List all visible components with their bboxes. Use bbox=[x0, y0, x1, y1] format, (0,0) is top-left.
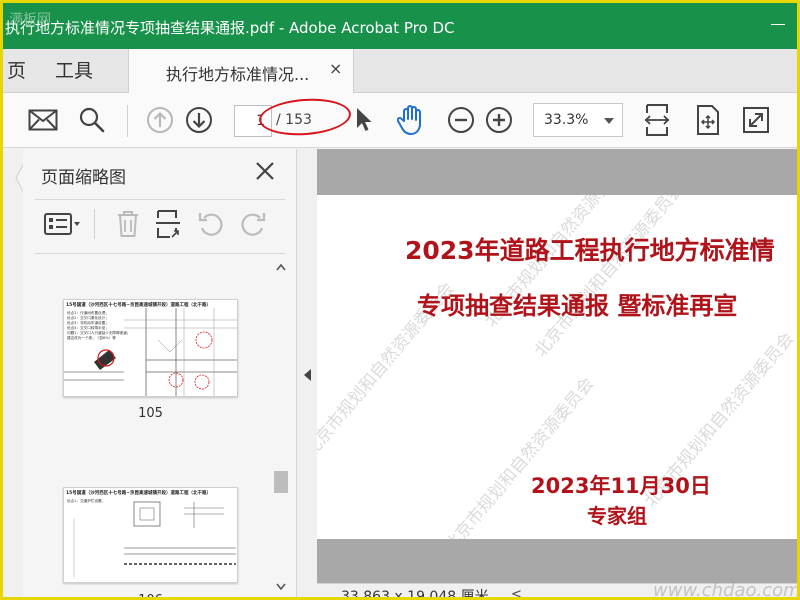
zoom-out-icon[interactable] bbox=[444, 103, 478, 137]
document-watermark: 北京市规划和自然资源委员会 bbox=[440, 373, 599, 539]
site-watermark: 满板网 bbox=[9, 12, 51, 28]
tab-document[interactable]: 执行地方标准情况... × bbox=[128, 49, 354, 94]
fit-page-icon[interactable] bbox=[640, 103, 674, 137]
divider bbox=[35, 199, 285, 200]
tab-document-label: 执行地方标准情况... bbox=[166, 65, 310, 84]
thumbnail-page-number: 105 bbox=[138, 406, 163, 421]
chevron-down-icon[interactable] bbox=[276, 583, 286, 591]
thumbnail-note: 优点1：行道树布置合理； bbox=[67, 310, 109, 315]
thumbnail-note: 建议改为一个坡；（如6%）等 bbox=[67, 335, 116, 340]
sidebar-collapse-handle[interactable] bbox=[299, 149, 317, 597]
document-title-line1: 2023年道路工程执行地方标准情 bbox=[405, 236, 775, 265]
scrollbar-thumb[interactable] bbox=[274, 471, 288, 493]
tab-tools[interactable]: 工具 bbox=[55, 49, 93, 93]
scroll-mode-icon[interactable] bbox=[691, 103, 725, 137]
tab-bar: 页 工具 执行地方标准情况... × bbox=[3, 49, 797, 94]
engineering-drawing-preview: 15号国道（沙河西区十七号路~京昆高速城镇开段）道路工程（北干路） 优点1：交通… bbox=[66, 489, 236, 578]
document-author: 专家组 bbox=[587, 504, 647, 528]
delete-page-icon[interactable] bbox=[111, 207, 145, 241]
page-dimensions: 33.863 x 19.048 厘米 bbox=[341, 589, 489, 600]
thumbnail-note: 问题1：交叉口人行道缺少无障碍坡道； bbox=[67, 330, 130, 335]
thumbnail-scrollbar[interactable] bbox=[273, 259, 289, 597]
thumbnail-page-number: 106 bbox=[63, 593, 238, 597]
toolbar: 1 / 153 33.3% bbox=[3, 93, 797, 148]
select-cursor-icon[interactable] bbox=[347, 103, 381, 137]
thumbnail-options-icon[interactable] bbox=[43, 207, 83, 241]
acrobat-window: 执行地方标准情况专项抽查结果通报.pdf - Adobe Acrobat Pro… bbox=[0, 0, 800, 600]
document-view[interactable]: 北京市规划和自然资源委员会 北京市规划和自然资源委员会 北京市规划和自然资源委员… bbox=[317, 149, 797, 583]
zoom-in-icon[interactable] bbox=[482, 103, 516, 137]
page-extract-icon[interactable] bbox=[151, 207, 185, 241]
chevron-up-icon[interactable] bbox=[276, 263, 286, 271]
thumbnail-note: 优点1：交通护栏设置。 bbox=[67, 498, 105, 503]
sidebar-title: 页面缩略图 bbox=[41, 168, 126, 188]
envelope-icon[interactable] bbox=[26, 103, 60, 137]
document-watermark: 北京市规划和自然资源委员会 bbox=[530, 195, 689, 362]
thumbnail-sidebar: 页面缩略图 15号国道（沙河西区十七号路~京昆高速城镇开段）道路工程（北干路） … bbox=[23, 149, 297, 597]
zoom-select[interactable]: 33.3% bbox=[533, 103, 623, 137]
document-date: 2023年11月30日 bbox=[531, 474, 711, 498]
chevron-left-icon bbox=[304, 369, 311, 381]
full-screen-icon[interactable] bbox=[739, 103, 773, 137]
thumbnail-heading: 15号国道（沙河西区十七号路~京昆高速城镇开段）道路工程（北干路） bbox=[66, 301, 211, 308]
hand-tool-icon[interactable] bbox=[395, 103, 429, 137]
toolbar-separator bbox=[94, 209, 95, 239]
sidebar-pointer bbox=[15, 163, 24, 193]
next-page-icon[interactable] bbox=[182, 103, 216, 137]
search-icon[interactable] bbox=[75, 103, 109, 137]
chevron-down-icon bbox=[604, 118, 614, 124]
title-bar: 执行地方标准情况专项抽查结果通报.pdf - Adobe Acrobat Pro… bbox=[3, 3, 797, 49]
status-bar: 33.863 x 19.048 厘米 < www.chdao.com bbox=[317, 580, 800, 600]
window-title: 执行地方标准情况专项抽查结果通报.pdf - Adobe Acrobat Pro… bbox=[5, 19, 455, 37]
divider bbox=[35, 253, 285, 254]
rotate-right-icon[interactable] bbox=[236, 207, 270, 241]
thumbnail-note: 优点3：非机动车道设置； bbox=[67, 320, 109, 325]
thumbnail-heading: 15号国道（沙河西区十七号路~京昆高速城镇开段）道路工程（北干路） bbox=[66, 489, 211, 496]
close-tab-icon[interactable]: × bbox=[329, 59, 342, 78]
close-icon[interactable] bbox=[251, 157, 279, 185]
zoom-value: 33.3% bbox=[544, 112, 589, 128]
toolbar-separator bbox=[127, 105, 128, 137]
thumbnail-note: 优点4：交叉口转角半径； bbox=[67, 325, 109, 330]
tab-home[interactable]: 页 bbox=[7, 49, 26, 93]
page-thumbnail[interactable]: 15号国道（沙河西区十七号路~京昆高速城镇开段）道路工程（北干路） 优点1：行道… bbox=[63, 299, 238, 397]
minimize-button[interactable] bbox=[765, 13, 793, 37]
engineering-drawing-preview: 15号国道（沙河西区十七号路~京昆高速城镇开段）道路工程（北干路） 优点1：行道… bbox=[64, 301, 237, 396]
thumbnail-note: 优点2：交叉口渠化设计； bbox=[67, 315, 109, 320]
corner-watermark: www.chdao.com bbox=[653, 580, 800, 600]
document-title-line2: 专项抽查结果通报 暨标准再宣 bbox=[417, 292, 738, 320]
rotate-left-icon[interactable] bbox=[194, 207, 228, 241]
previous-page-icon[interactable] bbox=[143, 103, 177, 137]
document-page: 北京市规划和自然资源委员会 北京市规划和自然资源委员会 北京市规划和自然资源委员… bbox=[317, 195, 797, 539]
page-thumbnail[interactable]: 15号国道（沙河西区十七号路~京昆高速城镇开段）道路工程（北干路） 优点1：交通… bbox=[63, 487, 238, 583]
scroll-left-icon[interactable]: < bbox=[511, 587, 522, 597]
